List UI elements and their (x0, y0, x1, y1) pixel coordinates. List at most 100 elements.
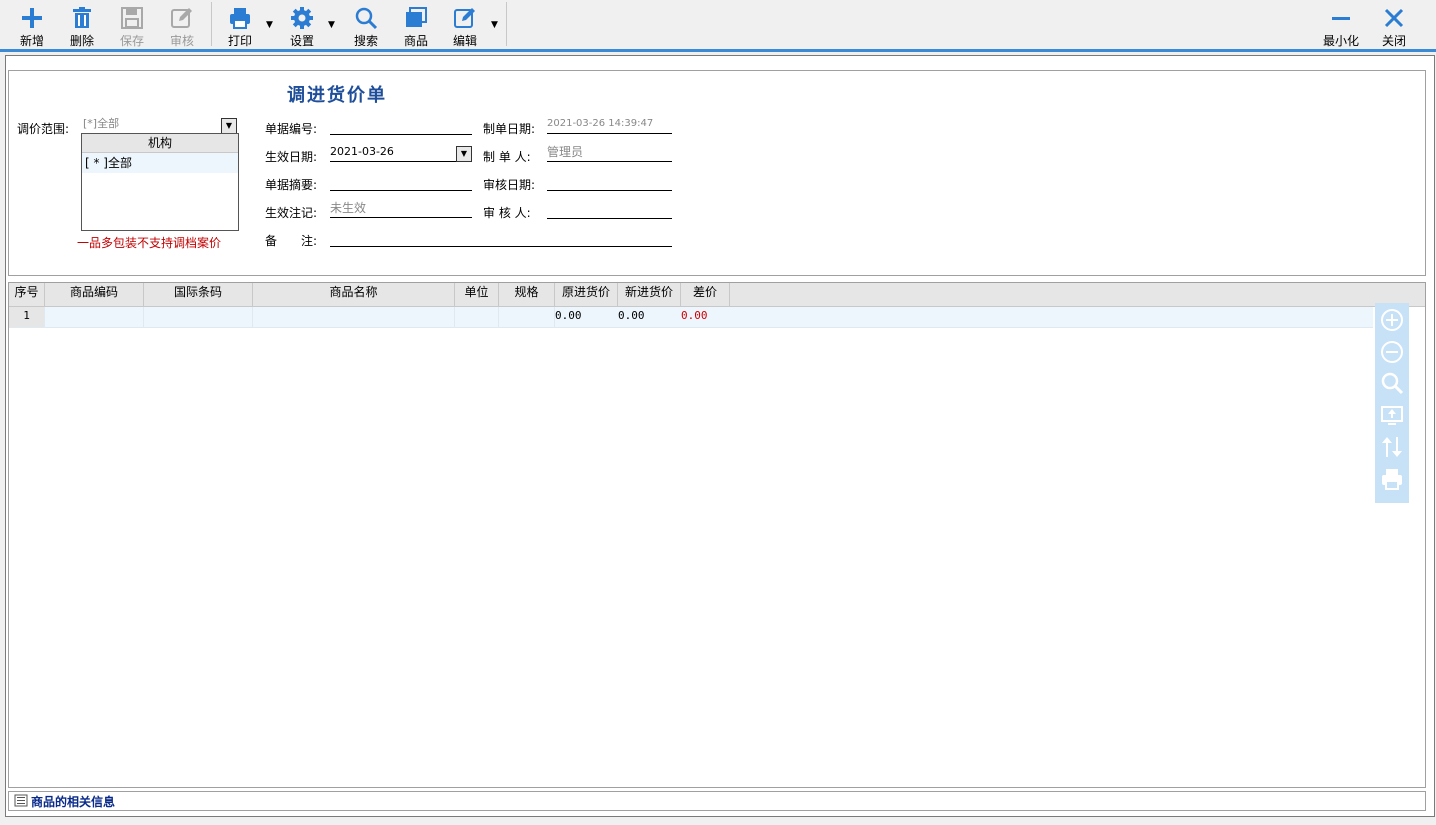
audit-date-field (547, 173, 672, 191)
print-dropdown-arrow[interactable]: ▼ (266, 20, 274, 30)
close-label: 关闭 (1381, 34, 1406, 48)
remark-label: 备 注: (265, 234, 318, 248)
column-header-barcode[interactable]: 国际条码 (144, 283, 253, 306)
cell-code[interactable] (45, 307, 144, 327)
add-label: 新增 (19, 34, 44, 48)
delete-label: 删除 (69, 34, 94, 48)
grid-header: 序号 商品编码 国际条码 商品名称 单位 规格 原进货价 新进货价 差价 (9, 283, 1425, 307)
product-label: 商品 (403, 34, 428, 48)
effective-flag-label: 生效注记: (265, 206, 318, 220)
remark-field[interactable] (330, 229, 672, 247)
scope-label: 调价范围: (17, 122, 70, 136)
sort-updown-icon[interactable] (1380, 435, 1404, 459)
toolbar: 新增 删除 保存 审核 打印 ▼ 设置 ▼ 搜索 商品 编辑 ▼ 最小化 关闭 (0, 0, 1436, 52)
effective-flag-field: 未生效 (330, 200, 472, 218)
scope-dropdown-arrow[interactable]: ▼ (221, 118, 237, 134)
add-button[interactable]: 新增 (10, 4, 54, 48)
search-icon (355, 7, 378, 30)
edit-dropdown-arrow[interactable]: ▼ (491, 20, 499, 30)
edit-label: 编辑 (452, 34, 477, 48)
search-button[interactable]: 搜索 (344, 4, 388, 48)
review-edit-icon (171, 8, 192, 28)
summary-field[interactable] (330, 173, 472, 191)
toolbar-accent-line (0, 49, 1436, 52)
page-title: 调进货价单 (287, 85, 387, 106)
doc-no-label: 单据编号: (265, 122, 318, 136)
print-button[interactable]: 打印 (218, 4, 262, 48)
info-list-icon (14, 794, 28, 807)
cell-unit[interactable] (455, 307, 499, 327)
form-header: 调进货价单 调价范围: [*]全部 ▼ 机构 [ * ]全部 一品多包装不支持调… (8, 70, 1426, 276)
scope-list-header: 机构 (82, 134, 238, 153)
save-label: 保存 (119, 34, 144, 48)
created-date-field: 2021-03-26 14:39:47 (547, 116, 672, 134)
cell-spec[interactable] (499, 307, 555, 327)
scope-select[interactable]: [*]全部 (83, 116, 237, 134)
minimize-label: 最小化 (1322, 34, 1359, 48)
gear-icon (291, 7, 313, 29)
product-stack-icon (406, 7, 427, 27)
toolbar-separator (211, 2, 212, 46)
column-header-new-price[interactable]: 新进货价 (618, 283, 681, 306)
scope-list: 机构 [ * ]全部 (81, 133, 239, 231)
detail-grid: 序号 商品编码 国际条码 商品名称 单位 规格 原进货价 新进货价 差价 1 0… (8, 282, 1426, 788)
audit-date-label: 审核日期: (483, 178, 536, 192)
product-info-bar[interactable]: 商品的相关信息 (8, 791, 1426, 811)
auditor-field (547, 201, 672, 219)
settings-label: 设置 (289, 34, 314, 48)
grid-side-toolbar (1375, 303, 1409, 503)
cell-seq: 1 (9, 307, 45, 327)
cell-new-price[interactable]: 0.00 (618, 307, 645, 327)
export-screen-icon[interactable] (1380, 403, 1404, 427)
effective-date-label: 生效日期: (265, 150, 318, 164)
minimize-icon (1332, 17, 1350, 20)
edit-button[interactable]: 编辑 (443, 4, 487, 48)
magnifier-icon[interactable] (1380, 371, 1404, 395)
main-panel: 调进货价单 调价范围: [*]全部 ▼ 机构 [ * ]全部 一品多包装不支持调… (5, 55, 1435, 817)
cell-diff: 0.00 (681, 309, 708, 322)
review-button[interactable]: 审核 (160, 4, 204, 48)
search-label: 搜索 (353, 34, 378, 48)
column-header-spec[interactable]: 规格 (499, 283, 555, 306)
cell-old-price[interactable]: 0.00 (555, 307, 582, 327)
close-icon (1384, 8, 1404, 28)
trash-icon (73, 7, 91, 28)
creator-field: 管理员 (547, 144, 672, 162)
product-button[interactable]: 商品 (394, 4, 438, 48)
printer-icon (230, 8, 250, 29)
column-header-diff[interactable]: 差价 (681, 283, 730, 306)
column-header-name[interactable]: 商品名称 (253, 283, 455, 306)
settings-button[interactable]: 设置 (280, 4, 324, 48)
scope-list-item[interactable]: [ * ]全部 (82, 153, 238, 173)
auditor-label: 审 核 人: (483, 206, 531, 220)
column-header-old-price[interactable]: 原进货价 (555, 283, 618, 306)
print-label: 打印 (227, 34, 252, 48)
toolbar-separator (506, 2, 507, 46)
effective-date-dropdown-arrow[interactable]: ▼ (456, 146, 472, 162)
zoom-in-icon[interactable] (1380, 308, 1404, 332)
column-header-unit[interactable]: 单位 (455, 283, 499, 306)
minimize-button[interactable]: 最小化 (1318, 4, 1364, 48)
creator-label: 制 单 人: (483, 150, 531, 164)
close-button[interactable]: 关闭 (1372, 4, 1416, 48)
effective-date-field[interactable]: 2021-03-26 (330, 144, 472, 162)
zoom-out-icon[interactable] (1380, 340, 1404, 364)
plus-icon (22, 8, 42, 28)
floppy-icon (121, 7, 143, 29)
product-info-label: 商品的相关信息 (31, 795, 116, 809)
column-header-code[interactable]: 商品编码 (45, 283, 144, 306)
cell-barcode[interactable] (144, 307, 253, 327)
save-button[interactable]: 保存 (110, 4, 154, 48)
column-header-seq[interactable]: 序号 (9, 283, 45, 306)
edit-icon (454, 8, 475, 28)
delete-button[interactable]: 删除 (60, 4, 104, 48)
print-icon[interactable] (1380, 467, 1404, 491)
created-date-label: 制单日期: (483, 122, 536, 136)
review-label: 审核 (169, 34, 194, 48)
summary-label: 单据摘要: (265, 178, 318, 192)
doc-no-field[interactable] (330, 117, 472, 135)
settings-dropdown-arrow[interactable]: ▼ (328, 20, 336, 30)
cell-name[interactable] (253, 307, 455, 327)
warning-text: 一品多包装不支持调档案价 (77, 236, 222, 250)
table-row[interactable]: 1 0.00 0.00 0.00 (9, 307, 1373, 328)
